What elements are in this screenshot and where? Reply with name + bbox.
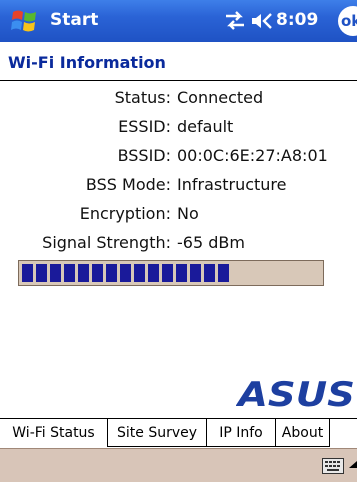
page-title: Wi-Fi Information [8,53,166,72]
bssid-value: 00:0C:6E:27:A8:01 [177,146,328,165]
arrow-up-icon[interactable] [349,458,357,474]
tab-about[interactable]: About [276,419,330,447]
info-row-encryption: Encryption: No [0,202,357,226]
essid-value: default [177,117,234,136]
clock[interactable]: 8:09 [276,9,318,31]
keyboard-icon[interactable] [322,458,344,474]
menu-bar [0,448,357,482]
tab-wifi-status[interactable]: Wi-Fi Status [0,419,108,447]
tab-site-survey[interactable]: Site Survey [108,419,207,447]
bss-mode-label: BSS Mode: [85,175,171,194]
tab-bar: Wi-Fi Status Site Survey IP Info About [0,418,357,448]
info-row-status: Status: Connected [0,86,357,110]
essid-label: ESSID: [118,117,171,136]
ok-button[interactable]: ok [338,6,357,36]
encryption-label: Encryption: [79,204,171,223]
info-row-essid: ESSID: default [0,115,357,139]
signal-strength-bar [18,260,324,286]
signal-strength-value: -65 dBm [177,233,245,252]
asus-logo: ASUS [235,375,357,415]
start-label[interactable]: Start [50,9,98,31]
encryption-value: No [177,204,199,223]
speaker-icon[interactable] [250,11,274,31]
tab-ip-info[interactable]: IP Info [207,419,276,447]
info-row-signal-strength: Signal Strength: -65 dBm [0,231,357,255]
info-row-bss-mode: BSS Mode: Infrastructure [0,173,357,197]
windows-flag-icon[interactable] [10,7,40,35]
bss-mode-value: Infrastructure [177,175,287,194]
svg-text:ASUS: ASUS [236,376,355,410]
connection-arrows-icon[interactable] [224,11,246,31]
status-label: Status: [114,88,171,107]
signal-strength-fill [22,264,229,282]
status-value: Connected [177,88,264,107]
bssid-label: BSSID: [117,146,171,165]
info-row-bssid: BSSID: 00:0C:6E:27:A8:01 [0,144,357,168]
header-divider [0,80,357,81]
signal-strength-label: Signal Strength: [42,233,171,252]
title-bar: Start 8:09 ok [0,0,357,42]
